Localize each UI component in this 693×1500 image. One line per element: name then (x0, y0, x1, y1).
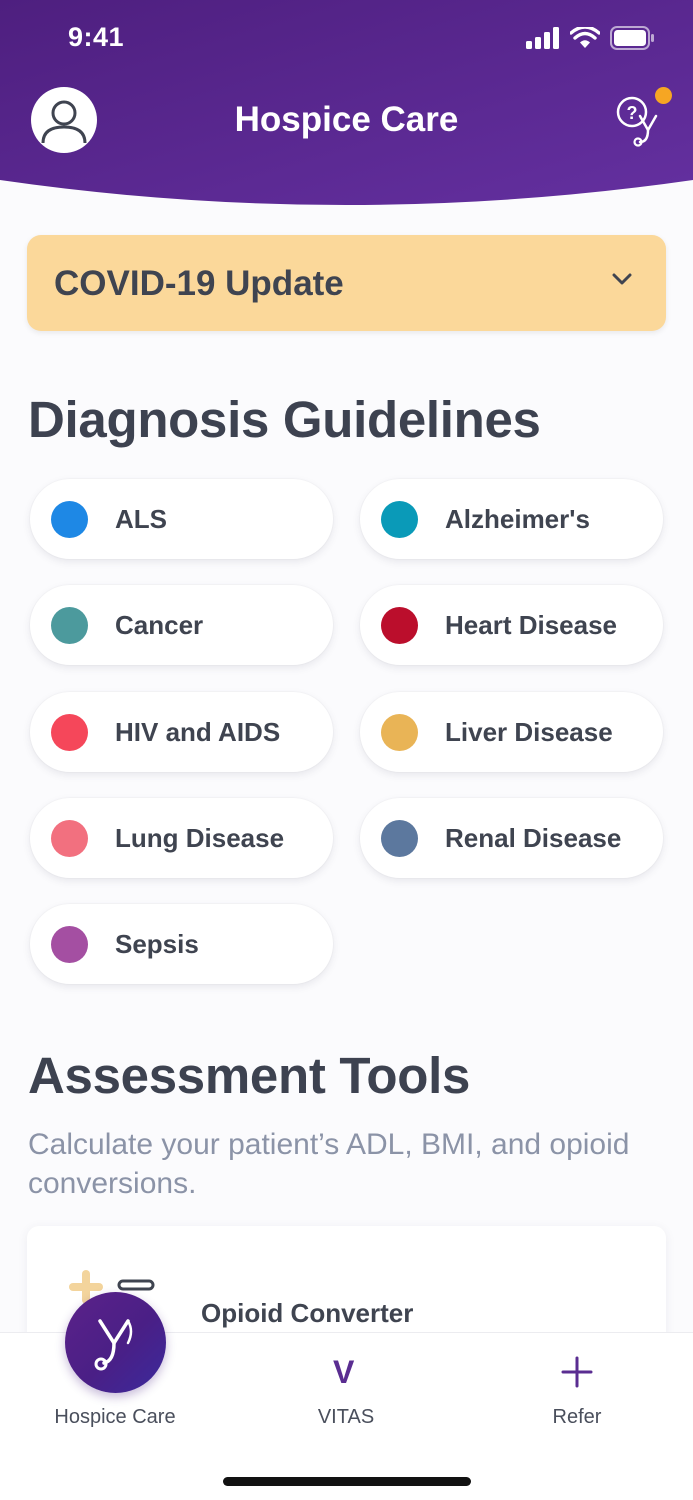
diagnosis-label: HIV and AIDS (115, 716, 281, 747)
tab-hospice-care-label: Hospice Care (54, 1406, 176, 1428)
diagnosis-label: Heart Disease (445, 609, 617, 640)
tab-hospice-care[interactable] (65, 1292, 166, 1393)
signal-icon (526, 27, 559, 49)
diagnosis-pill-liver-disease[interactable]: Liver Disease (360, 692, 663, 772)
diagnosis-pill-renal-disease[interactable]: Renal Disease (360, 798, 663, 878)
assessment-tools-subtitle: Calculate your patient’s ADL, BMI, and o… (28, 1128, 630, 1200)
color-dot (51, 713, 88, 751)
diagnosis-label: Sepsis (115, 928, 199, 959)
diagnosis-pill-sepsis[interactable]: Sepsis (30, 904, 333, 984)
color-dot (51, 606, 88, 644)
diagnosis-label: Cancer (115, 609, 204, 640)
diagnosis-pill-hiv-aids[interactable]: HIV and AIDS (30, 692, 333, 772)
color-dot (381, 500, 418, 538)
color-dot (51, 925, 88, 963)
color-dot (381, 713, 418, 751)
color-dot (51, 819, 88, 857)
home-indicator (223, 1477, 471, 1486)
diagnosis-pill-cancer[interactable]: Cancer (30, 585, 333, 665)
covid-update-label: COVID-19 Update (54, 264, 344, 303)
color-dot (381, 819, 418, 857)
svg-text:?: ? (627, 103, 638, 123)
diagnosis-pill-alzheimers[interactable]: Alzheimer's (360, 479, 663, 559)
tab-refer-label: Refer (552, 1406, 602, 1428)
diagnosis-guidelines-heading: Diagnosis Guidelines (28, 391, 541, 448)
diagnosis-label: Alzheimer's (445, 503, 590, 534)
diagnosis-label: Renal Disease (445, 822, 622, 853)
diagnosis-label: Lung Disease (115, 822, 285, 853)
diagnosis-pill-heart-disease[interactable]: Heart Disease (360, 585, 663, 665)
diagnosis-pill-als[interactable]: ALS (30, 479, 333, 559)
tool-label: Opioid Converter (201, 1298, 414, 1328)
vitas-logo-icon[interactable]: V (333, 1354, 354, 1391)
color-dot (51, 500, 88, 538)
assessment-tools-heading: Assessment Tools (28, 1047, 471, 1104)
wifi-icon (570, 27, 600, 48)
chevron-down-icon (612, 273, 632, 285)
stethoscope-icon (94, 1318, 132, 1370)
page-title: Hospice Care (234, 100, 459, 139)
notification-badge (655, 87, 672, 104)
tab-vitas-label: VITAS (317, 1406, 375, 1428)
status-time: 9:41 (68, 22, 125, 52)
color-dot (381, 606, 418, 644)
covid-update-banner[interactable]: COVID-19 Update (27, 235, 666, 331)
battery-icon (610, 26, 654, 50)
plus-icon[interactable] (561, 1356, 593, 1388)
status-bar: 9:41 (0, 0, 693, 76)
diagnosis-pill-lung-disease[interactable]: Lung Disease (30, 798, 333, 878)
header: 9:41 Hospice Care ? (0, 0, 693, 230)
diagnosis-label: Liver Disease (445, 716, 613, 747)
status-icons (526, 26, 655, 50)
diagnosis-label: ALS (115, 503, 167, 534)
